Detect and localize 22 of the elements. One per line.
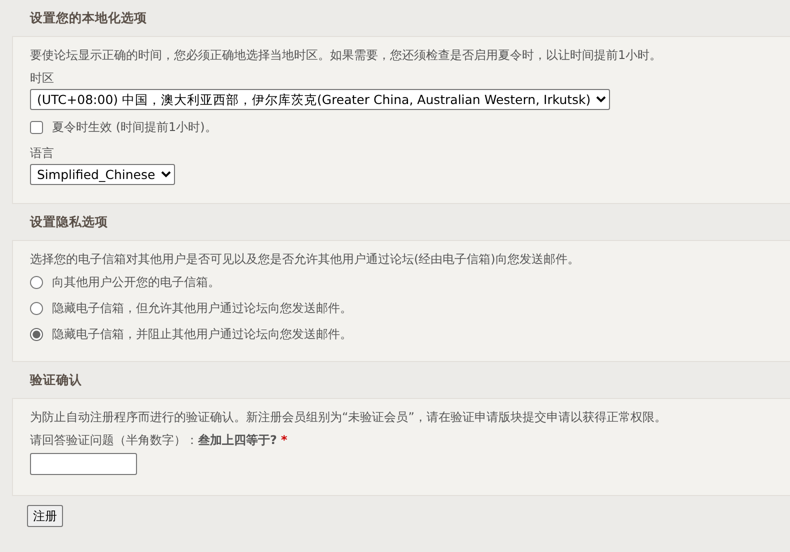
radio-button[interactable] (30, 276, 43, 288)
section-heading: 设置隐私选项 (28, 213, 109, 231)
checkbox[interactable] (30, 120, 43, 134)
required-mark: * (280, 432, 288, 449)
dropdown-field[interactable]: Simplified_Chinese (30, 164, 175, 185)
option-label: 向其他用户公开您的电子信箱。 (52, 274, 220, 291)
dropdown-field[interactable]: (UTC+08:00) 中国，澳大利亚西部，伊尔库茨克(Greater China, Australian Western, Irkutsk) (30, 89, 610, 110)
option-label: 隐藏电子信箱，并阻止其他用户通过论坛向您发送邮件。 (52, 326, 352, 343)
question-label: 请回答验证问题（半角数字）：叁加上四等于? (30, 432, 277, 449)
section-heading: 验证确认 (28, 371, 83, 389)
section-description: 选择您的电子信箱对其他用户是否可见以及您是否允许其他用户通过论坛(经由电子信箱)向您发送邮件。 (30, 251, 580, 268)
option-label: 夏令时生效 (时间提前1小时)。 (52, 119, 217, 136)
section-description: 为防止自动注册程序而进行的验证确认。新注册会员组别为“未验证会员”，请在验证申请版块提交申请以获得正常权限。 (30, 409, 668, 426)
answer-field[interactable] (30, 453, 137, 475)
section-description: 要使论坛显示正确的时间，您必须正确地选择当地时区。如果需要，您还须检查是否启用夏令时，以让时间提前1小时。 (30, 47, 663, 64)
option-label: 隐藏电子信箱，但允许其他用户通过论坛向您发送邮件。 (52, 300, 352, 317)
field-label: 时区 (30, 70, 55, 87)
radio-button[interactable] (30, 328, 43, 340)
section-heading: 设置您的本地化选项 (28, 9, 148, 27)
field-label: 语言 (30, 145, 55, 162)
radio-button[interactable] (30, 302, 43, 314)
register-button[interactable]: 注册 (27, 505, 63, 527)
